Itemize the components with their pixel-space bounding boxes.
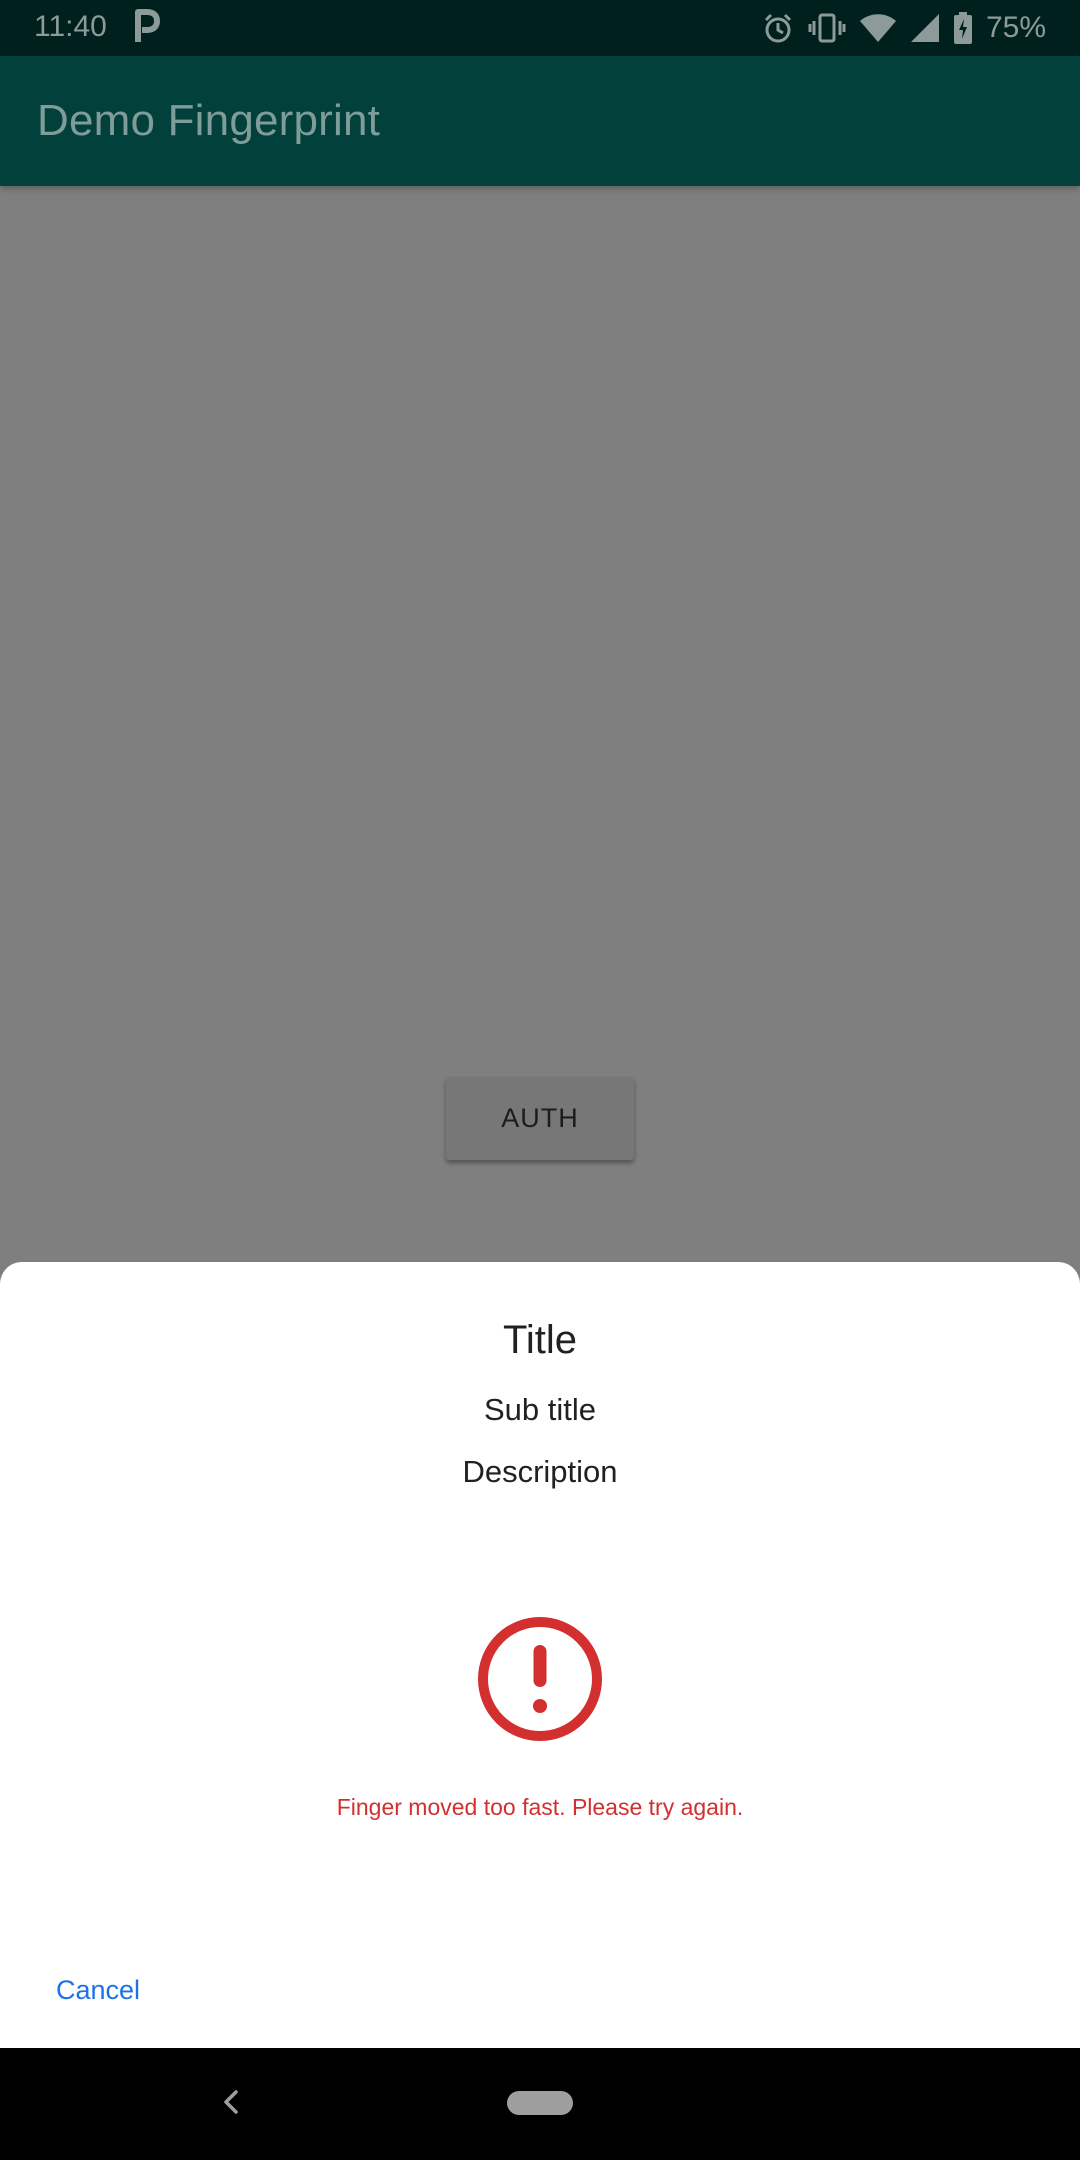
- biometric-dialog: Title Sub title Description Finger moved…: [0, 1262, 1080, 2048]
- alarm-icon: [762, 12, 794, 44]
- parking-p-icon: [132, 8, 160, 44]
- error-circle-icon: [476, 1615, 604, 1743]
- vibrate-icon: [808, 12, 846, 44]
- nav-bar: [0, 2048, 1080, 2160]
- auth-button[interactable]: AUTH: [446, 1077, 634, 1160]
- dialog-subtitle: Sub title: [483, 1392, 596, 1427]
- battery-charging-icon: [953, 12, 972, 44]
- status-time: 11:40: [34, 10, 107, 43]
- dialog-description: Description: [462, 1454, 618, 1489]
- cancel-button[interactable]: Cancel: [42, 1967, 154, 2014]
- error-message: Finger moved too fast. Please try again.: [336, 1794, 744, 1820]
- home-pill-icon[interactable]: [507, 2091, 573, 2115]
- wifi-icon: [859, 13, 896, 43]
- status-icons: 75%: [762, 10, 1046, 46]
- cell-signal-icon: [910, 13, 940, 43]
- battery-percent: 75%: [985, 11, 1046, 44]
- dialog-title: Title: [502, 1318, 578, 1362]
- app-title: Demo Fingerprint: [37, 96, 381, 145]
- screen: 11:40 75% Demo Fingerprint AUTH Title Su…: [0, 0, 1080, 2160]
- status-bar: 11:40 75%: [0, 0, 1080, 56]
- back-icon[interactable]: [214, 2084, 250, 2120]
- app-bar: Demo Fingerprint: [0, 56, 1080, 186]
